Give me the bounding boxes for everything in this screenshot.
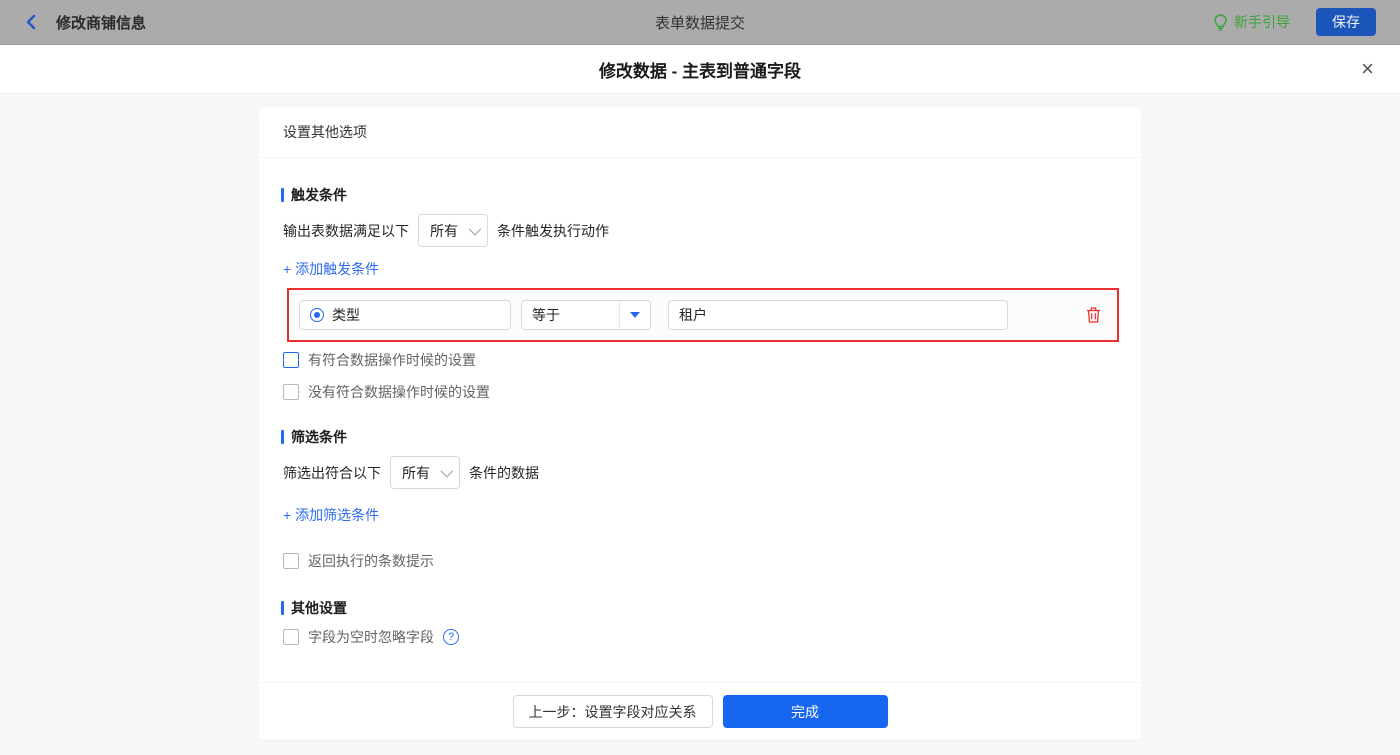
- count-hint-checkbox[interactable]: [283, 553, 299, 569]
- checkbox-row-count-hint: 返回执行的条数提示: [283, 551, 1119, 571]
- delete-condition-icon[interactable]: [1086, 307, 1101, 323]
- other-section-title: 其他设置: [281, 599, 1119, 617]
- chevron-down-icon: [440, 464, 454, 478]
- filter-section-title: 筛选条件: [281, 428, 1119, 446]
- beginner-guide-link[interactable]: 新手引导: [1213, 12, 1290, 32]
- trigger-section-title: 触发条件: [281, 186, 1119, 204]
- card-body: 触发条件 输出表数据满足以下 所有 条件触发执行动作 + 添加触发条件 类型 等…: [259, 158, 1141, 682]
- sentence-prefix: 筛选出符合以下: [283, 464, 381, 481]
- trigger-condition-row: 类型 等于 租户: [287, 288, 1119, 342]
- has-match-checkbox[interactable]: [283, 352, 299, 368]
- sentence-suffix: 条件的数据: [469, 464, 539, 481]
- back-chevron-icon[interactable]: [24, 13, 42, 31]
- help-question-icon[interactable]: ?: [443, 629, 459, 645]
- modal-dialog: 修改数据 - 主表到普通字段 × 设置其他选项 触发条件 输出表数据满足以下 所…: [0, 45, 1400, 755]
- add-filter-condition-link[interactable]: + 添加筛选条件: [283, 505, 379, 523]
- card-header: 设置其他选项: [259, 107, 1141, 158]
- page-title[interactable]: 修改商铺信息: [56, 12, 146, 33]
- options-card: 设置其他选项 触发条件 输出表数据满足以下 所有 条件触发执行动作 + 添加触发…: [259, 107, 1141, 740]
- condition-operator-select[interactable]: 等于: [521, 300, 651, 330]
- no-match-checkbox[interactable]: [283, 384, 299, 400]
- sentence-suffix: 条件触发执行动作: [497, 222, 609, 239]
- dialog-header: 修改数据 - 主表到普通字段 ×: [0, 45, 1400, 94]
- ignore-empty-checkbox[interactable]: [283, 629, 299, 645]
- trigger-match-select[interactable]: 所有: [418, 214, 488, 247]
- condition-field-input[interactable]: 类型: [299, 300, 511, 330]
- add-trigger-condition-link[interactable]: + 添加触发条件: [283, 259, 379, 277]
- checkbox-row-has-match: 有符合数据操作时候的设置: [283, 350, 1119, 370]
- dialog-body: 设置其他选项 触发条件 输出表数据满足以下 所有 条件触发执行动作 + 添加触发…: [0, 94, 1400, 755]
- checkbox-row-ignore-empty: 字段为空时忽略字段 ?: [283, 627, 1119, 647]
- previous-step-button[interactable]: 上一步：设置字段对应关系: [512, 695, 713, 728]
- trigger-match-sentence: 输出表数据满足以下 所有 条件触发执行动作: [283, 214, 1119, 247]
- radio-field-icon: [310, 308, 324, 322]
- sentence-prefix: 输出表数据满足以下: [283, 222, 409, 239]
- filter-match-select[interactable]: 所有: [390, 456, 460, 489]
- lightbulb-icon: [1214, 13, 1227, 31]
- caret-down-icon: [630, 312, 640, 318]
- checkbox-row-no-match: 没有符合数据操作时候的设置: [283, 382, 1119, 402]
- close-icon[interactable]: ×: [1361, 57, 1374, 81]
- guide-label: 新手引导: [1234, 14, 1290, 30]
- caret-box[interactable]: [619, 301, 650, 329]
- section-accent-bar: [281, 430, 284, 444]
- app-title: 表单数据提交: [654, 14, 745, 32]
- card-footer: 上一步：设置字段对应关系 完成: [259, 682, 1141, 740]
- dialog-title: 修改数据 - 主表到普通字段: [598, 61, 802, 81]
- section-accent-bar: [281, 188, 284, 202]
- done-button[interactable]: 完成: [722, 695, 888, 728]
- filter-match-sentence: 筛选出符合以下 所有 条件的数据: [283, 456, 1119, 489]
- chevron-down-icon: [468, 222, 482, 236]
- section-accent-bar: [281, 601, 284, 615]
- topbar: 修改商铺信息 表单数据提交 新手引导 保存: [0, 0, 1400, 45]
- save-button[interactable]: 保存: [1316, 8, 1376, 36]
- condition-value-input[interactable]: 租户: [668, 300, 1008, 330]
